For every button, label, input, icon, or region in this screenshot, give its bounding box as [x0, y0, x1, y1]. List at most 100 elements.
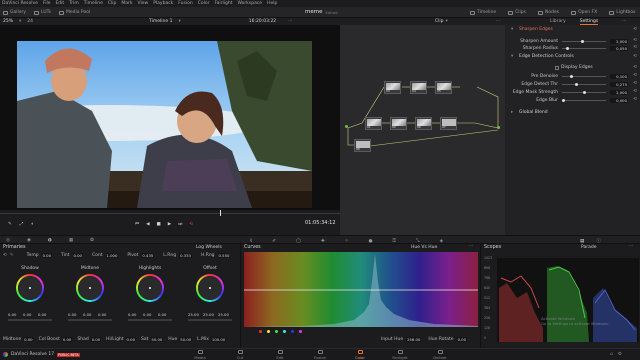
wheel-value-g[interactable]: 0.00	[143, 312, 151, 317]
wheel-value-b[interactable]: 0.00	[38, 312, 46, 317]
param-slider[interactable]	[562, 75, 606, 78]
param-value[interactable]: 0,275	[610, 82, 628, 87]
swatch-red-icon[interactable]	[259, 330, 262, 333]
more-options-icon[interactable]: ···	[622, 19, 626, 24]
display-edges-checkbox[interactable]	[555, 66, 559, 70]
menu-item[interactable]: DaVinci Resolve	[2, 1, 38, 6]
settings-icon[interactable]: ⚙	[618, 352, 622, 357]
slider-knob[interactable]	[566, 47, 570, 50]
tint-value[interactable]: 0.00	[72, 253, 83, 258]
menu-item[interactable]: Mark	[121, 1, 132, 6]
zoom-level[interactable]: 25%	[3, 19, 13, 24]
input-hue-value[interactable]: 256.00	[406, 337, 422, 342]
left-button[interactable]: Media Pool	[58, 10, 90, 15]
right-button[interactable]: Timeline	[470, 10, 496, 15]
swatch-yellow-icon[interactable]	[267, 330, 270, 333]
timeline-name[interactable]: Timeline 1	[149, 19, 172, 24]
swatch-cyan-icon[interactable]	[283, 330, 286, 333]
page-tab[interactable]: Deliver	[428, 350, 452, 360]
param-slider[interactable]	[562, 40, 606, 43]
menu-item[interactable]: Edit	[55, 1, 64, 6]
zoom-secondary[interactable]: 24	[27, 19, 33, 24]
page-tab[interactable]: Fairlight	[388, 350, 412, 360]
slider-knob[interactable]	[570, 75, 574, 78]
rgb-mixer-icon[interactable]: ▦	[69, 238, 73, 243]
color-node[interactable]: 03	[384, 81, 401, 94]
menu-item[interactable]: Color	[198, 1, 210, 6]
color-wheel[interactable]	[196, 274, 224, 302]
menu-item[interactable]: Workspace	[237, 1, 262, 6]
section-edge-detection[interactable]: Edge Detection Controls	[519, 54, 574, 59]
slider-knob[interactable]	[574, 83, 578, 86]
swatch-blue-icon[interactable]	[291, 330, 294, 333]
wheel-value-g[interactable]: 0.00	[83, 312, 91, 317]
hue-rotate-value[interactable]: 0.00	[456, 337, 468, 342]
more-options-icon[interactable]: ···	[288, 19, 292, 24]
param-slider[interactable]	[562, 47, 606, 50]
menu-item[interactable]: View	[138, 1, 149, 6]
param-value[interactable]: 2,000	[610, 90, 628, 95]
color-wheel[interactable]	[136, 274, 164, 302]
right-button[interactable]: Open FX	[571, 10, 597, 15]
swatch-magenta-icon[interactable]	[299, 330, 302, 333]
color-node[interactable]: 07	[440, 117, 457, 130]
left-button[interactable]: Gallery	[3, 10, 26, 15]
blur-icon[interactable]: ●	[369, 239, 373, 244]
more-options-icon[interactable]: ···	[469, 244, 473, 249]
menu-item[interactable]: Fusion	[178, 1, 192, 6]
menu-item[interactable]: Playback	[153, 1, 173, 6]
section-global-blend[interactable]: Global Blend	[519, 110, 548, 115]
param-slider[interactable]	[562, 99, 606, 102]
section-sharpen[interactable]: Sharpen Edges	[519, 27, 553, 32]
reset-icon[interactable]: ⟲	[633, 89, 637, 94]
page-tab[interactable]: Media	[188, 350, 212, 360]
node-input-icon[interactable]	[345, 125, 348, 128]
menu-item[interactable]: Timeline	[84, 1, 103, 6]
menu-item[interactable]: Help	[267, 1, 277, 6]
wheel-value-b[interactable]: 0.00	[98, 312, 106, 317]
cont-value[interactable]: 1.000	[105, 253, 119, 258]
page-tab[interactable]: Color	[348, 350, 372, 360]
expand-icon[interactable]: ⤢	[20, 221, 24, 227]
reset-icon[interactable]: ⟲	[633, 81, 637, 86]
tab-settings[interactable]: Settings	[579, 19, 599, 25]
adjust-value[interactable]: 0.00	[125, 337, 137, 342]
node-output-icon[interactable]	[497, 126, 500, 129]
playhead[interactable]	[220, 210, 221, 216]
stop-icon[interactable]: ■	[157, 222, 161, 227]
wheel-value-b[interactable]: 0.00	[158, 312, 166, 317]
motion-effects-icon[interactable]: ❂	[90, 238, 94, 243]
master-wheel[interactable]	[8, 319, 52, 321]
scopes-mode[interactable]: Parade	[581, 245, 597, 250]
picker-icon[interactable]: ✎	[10, 253, 14, 258]
menu-item[interactable]: Clip	[108, 1, 117, 6]
color-node[interactable]: 02	[390, 117, 407, 130]
wheel-value-b[interactable]: 25.00	[218, 312, 229, 317]
chevron-down-icon[interactable]: ▾	[446, 19, 448, 24]
lrng-value[interactable]: 0.333	[179, 253, 192, 258]
color-node[interactable]: 01	[365, 117, 382, 130]
adjust-value[interactable]: 50.00	[179, 337, 193, 342]
magic-mask-icon[interactable]: ✧	[345, 239, 349, 244]
curves-icon[interactable]: ⌇	[250, 239, 252, 244]
adjust-value[interactable]: 0.00	[23, 337, 34, 342]
reset-icon[interactable]: ⟲	[633, 45, 637, 50]
wheel-value-g[interactable]: 25.00	[203, 312, 214, 317]
adjust-value[interactable]: 0.00	[90, 337, 102, 342]
color-wheel[interactable]	[76, 274, 104, 302]
reset-icon[interactable]: ⟲	[633, 73, 637, 78]
color-node[interactable]: 04	[410, 81, 427, 94]
chevron-right-icon[interactable]: ▸	[511, 110, 513, 115]
more-options-icon[interactable]: ···	[629, 244, 633, 249]
right-button[interactable]: Nodes	[537, 10, 559, 15]
skip-start-icon[interactable]: ⏮︎	[135, 221, 139, 227]
tab-library[interactable]: Library	[550, 19, 566, 24]
page-tab[interactable]: Fusion	[308, 350, 332, 360]
more-options-icon[interactable]: ···	[496, 19, 500, 24]
skip-end-icon[interactable]: ⏭︎	[178, 221, 182, 227]
wheel-value-r[interactable]: 0.00	[68, 312, 76, 317]
chevron-down-icon[interactable]: ▾	[511, 54, 513, 59]
camera-raw-icon[interactable]: ◎	[6, 238, 10, 243]
chevron-down-icon[interactable]: ▾	[511, 27, 513, 32]
hrng-value[interactable]: 0.550	[217, 253, 231, 258]
